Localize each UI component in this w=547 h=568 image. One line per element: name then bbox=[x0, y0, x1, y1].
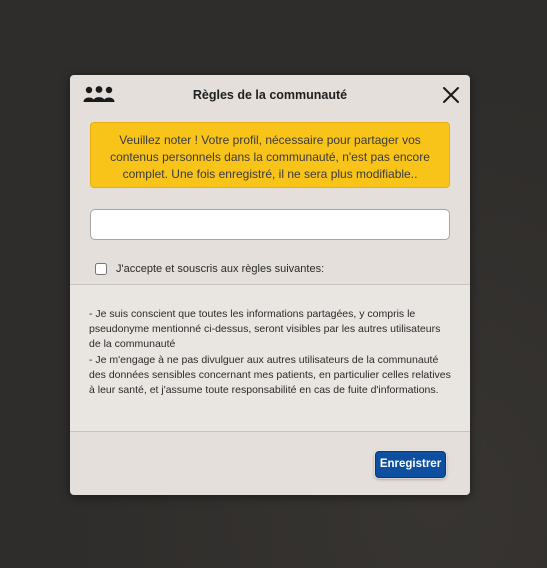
rule-item: - Je m'engage à ne pas divulguer aux aut… bbox=[89, 353, 451, 397]
dialog-title: Règles de la communauté bbox=[192, 88, 348, 102]
accept-rules-row: J'accepte et souscris aux règles suivant… bbox=[95, 261, 324, 277]
rules-text: - Je suis conscient que toutes les infor… bbox=[89, 307, 451, 398]
save-button[interactable]: Enregistrer bbox=[375, 451, 446, 478]
close-icon[interactable] bbox=[442, 86, 460, 104]
accept-rules-checkbox[interactable] bbox=[95, 263, 107, 275]
profile-incomplete-notice: Veuillez noter ! Votre profil, nécessair… bbox=[90, 122, 450, 188]
pseudonym-input[interactable] bbox=[90, 209, 450, 240]
rules-section: - Je suis conscient que toutes les infor… bbox=[70, 284, 470, 432]
accept-rules-label: J'accepte et souscris aux règles suivant… bbox=[116, 263, 325, 275]
community-rules-dialog: Règles de la communauté Veuillez noter !… bbox=[70, 75, 470, 495]
dialog-header: Règles de la communauté bbox=[70, 75, 470, 117]
rule-item: - Je suis conscient que toutes les infor… bbox=[89, 308, 441, 351]
